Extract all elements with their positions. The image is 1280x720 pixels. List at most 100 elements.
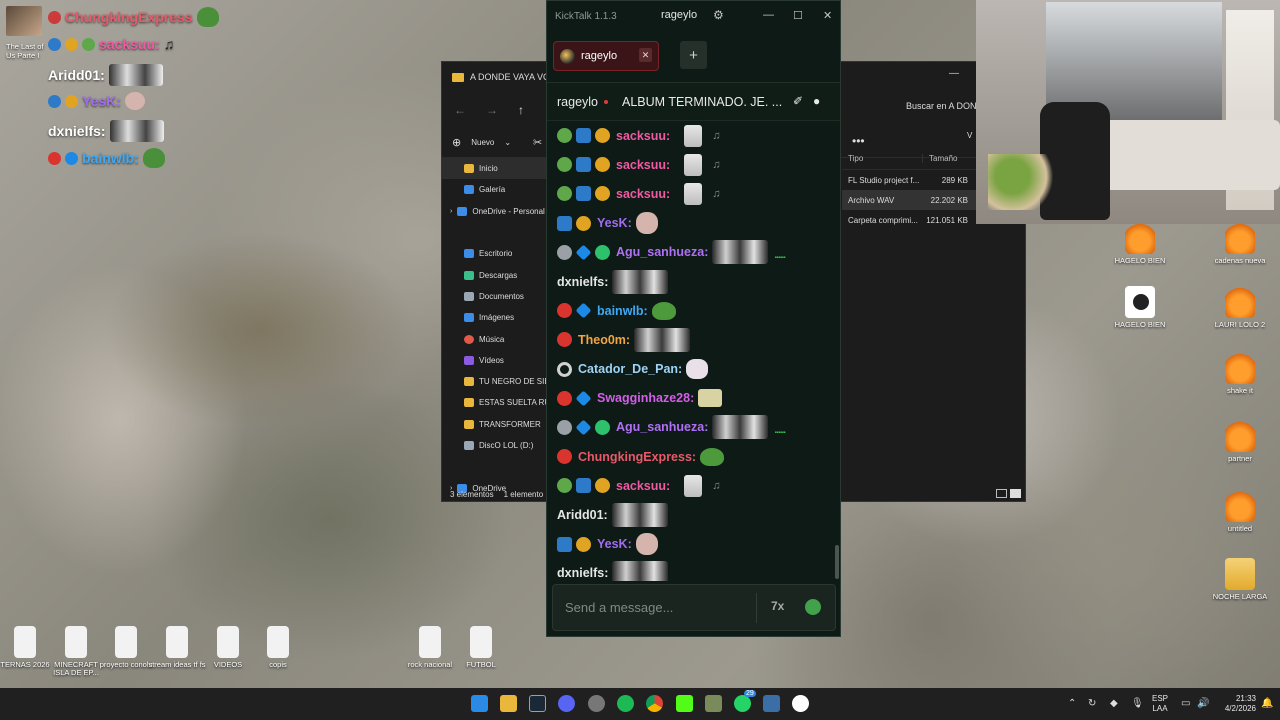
desktop-icon[interactable]: partner [1210,420,1270,463]
nav-item-descargas[interactable]: Descargas [442,264,547,285]
desktop-icon[interactable]: cadenas nueva [1210,222,1270,265]
chat-message[interactable]: dxnielfs: [547,559,840,581]
kick-icon[interactable] [676,695,693,712]
chat-message[interactable]: YesK: [547,209,840,238]
chat-username[interactable]: Catador_De_Pan: [578,362,682,376]
desktop-icon[interactable]: LAURI LOLO 2 [1210,286,1270,329]
chat-message[interactable]: Agu_sanhueza:...... [547,413,840,442]
chat-username[interactable]: sacksuu: [616,129,670,143]
chat-message[interactable]: Aridd01: [547,500,840,529]
chat-message[interactable]: ChungkingExpress: [547,442,840,471]
chat-username[interactable]: YesK: [597,216,632,230]
chat-username[interactable]: sacksuu: [616,187,670,201]
nav-item-documentos[interactable]: Documentos [442,286,547,307]
chat-message[interactable]: bainwlb: [547,296,840,325]
desktop-icon[interactable]: FUTBOL [451,626,511,669]
nav-item-folder[interactable]: ESTAS SUELTA RUBIA [442,392,547,413]
chat-message[interactable]: sacksuu: ♫ [547,150,840,179]
obs-icon[interactable] [588,695,605,712]
steam-icon[interactable] [529,695,546,712]
sync-icon[interactable]: ↻ [1088,698,1096,709]
nav-item-videos[interactable]: Vídeos [442,350,547,371]
chat-message[interactable]: Swagginhaze28: [547,384,840,413]
chat-messages[interactable]: sacksuu: ♫ sacksuu: ♫ sacksuu: ♫ YesK: Agu_sanh… [547,121,840,581]
tab-rageylo[interactable]: rageylo ✕ [553,41,659,71]
chat-username[interactable]: YesK: [597,537,632,551]
file-explorer-icon[interactable] [500,695,517,712]
kicktalk-window[interactable]: KickTalk 1.1.3 rageylo ⚙ — ☐ ✕ rageylo ✕… [546,0,841,637]
chat-message[interactable]: sacksuu: ♫ [547,179,840,208]
close-icon[interactable]: ✕ [823,9,832,22]
chat-message[interactable]: sacksuu: ♫ [547,121,840,150]
chat-username[interactable]: Agu_sanhueza: [616,245,708,259]
details-view-icon[interactable] [996,489,1007,498]
chat-username[interactable]: Theo0m: [578,333,630,347]
forward-arrow-icon[interactable]: → [486,103,498,117]
chat-username[interactable]: sacksuu: [616,158,670,172]
chat-username[interactable]: Aridd01: [557,508,608,522]
nav-item-imagenes[interactable]: Imágenes [442,307,547,328]
tiles-view-icon[interactable] [1010,489,1021,498]
language-indicator[interactable]: ESP LAA [1152,688,1168,720]
chat-message[interactable]: YesK: [547,530,840,559]
gear-icon[interactable]: ⚙ [713,8,724,22]
current-user[interactable]: rageylo [661,9,697,21]
volume-icon[interactable]: 🔊 [1197,698,1209,709]
maximize-icon[interactable]: ☐ [793,9,803,22]
chat-username[interactable]: bainwlb: [597,304,648,318]
more-options-icon[interactable]: ••• [852,134,865,148]
user-icon[interactable]: ● [813,94,820,108]
message-input[interactable]: Send a message... 7x [552,584,836,631]
notepad-icon[interactable] [763,695,780,712]
network-icon[interactable]: ▭ [1181,698,1190,709]
minimize-icon[interactable]: — [763,9,774,21]
chat-username[interactable]: sacksuu: [616,479,670,493]
kicktalk-titlebar[interactable]: KickTalk 1.1.3 rageylo ⚙ — ☐ ✕ [547,1,840,31]
chat-message[interactable]: Theo0m: [547,325,840,354]
nav-item-folder[interactable]: TU NEGRO DE SIEMPRE [442,371,547,392]
chat-username[interactable]: dxnielfs: [557,275,608,289]
cut-icon[interactable]: ✂ [533,136,542,149]
microphone-icon[interactable]: 🎙 [1131,698,1144,709]
notification-icon[interactable]: 🔔 [1261,698,1273,709]
pin-icon[interactable]: ✐ [793,94,803,108]
desktop-icon[interactable]: HAGELO BIEN [1110,286,1170,329]
nav-item-galeria[interactable]: Galería [442,179,547,200]
desktop-icon[interactable]: copis [248,626,308,669]
chat-username[interactable]: Swagginhaze28: [597,391,694,405]
chrome-icon[interactable] [646,695,663,712]
nav-item-inicio[interactable]: Inicio [442,158,547,180]
back-arrow-icon[interactable]: ← [454,103,466,117]
chat-username[interactable]: ChungkingExpress: [578,450,696,464]
nav-item-musica[interactable]: Música [442,328,547,349]
nav-item-folder[interactable]: TRANSFORMER [442,414,547,435]
defender-icon[interactable]: ◆ [1110,698,1118,709]
chat-message[interactable]: sacksuu: ♫ [547,471,840,500]
view-button[interactable]: V [967,131,972,140]
media-player-icon[interactable] [792,695,809,712]
explorer-minimize-button[interactable]: — [949,68,959,79]
spotify-icon[interactable] [617,695,634,712]
start-icon[interactable] [471,695,488,712]
nav-item-drive[interactable]: DiscO LOL (D:) [442,435,547,456]
up-arrow-icon[interactable]: ↑ [518,103,524,117]
channel-name[interactable]: rageylo [557,95,598,109]
desktop-icon[interactable]: NOCHE LARGA [1210,558,1270,601]
whatsapp-icon[interactable] [734,695,751,712]
desktop-icon[interactable]: shake it [1210,352,1270,395]
clock[interactable]: 21:33 4/2/2026 [1225,688,1256,720]
desktop-icon[interactable]: HAGELO BIEN [1110,222,1170,265]
chat-message[interactable]: Catador_De_Pan: [547,355,840,384]
chat-message[interactable]: Agu_sanhueza:...... [547,238,840,267]
discord-icon[interactable] [558,695,575,712]
chat-username[interactable]: dxnielfs: [557,566,608,580]
desktop-icon[interactable]: untitled [1210,490,1270,533]
chat-message[interactable]: dxnielfs: [547,267,840,296]
app-icon[interactable] [705,695,722,712]
nav-item-onedrive[interactable]: › OneDrive - Personal [442,201,547,222]
column-header-size[interactable]: Tamaño [922,154,957,163]
add-tab-button[interactable]: + [680,41,707,69]
column-header-type[interactable]: Tipo [842,154,922,163]
chevron-up-icon[interactable]: ⌃ [1068,698,1076,709]
close-tab-icon[interactable]: ✕ [639,48,652,62]
